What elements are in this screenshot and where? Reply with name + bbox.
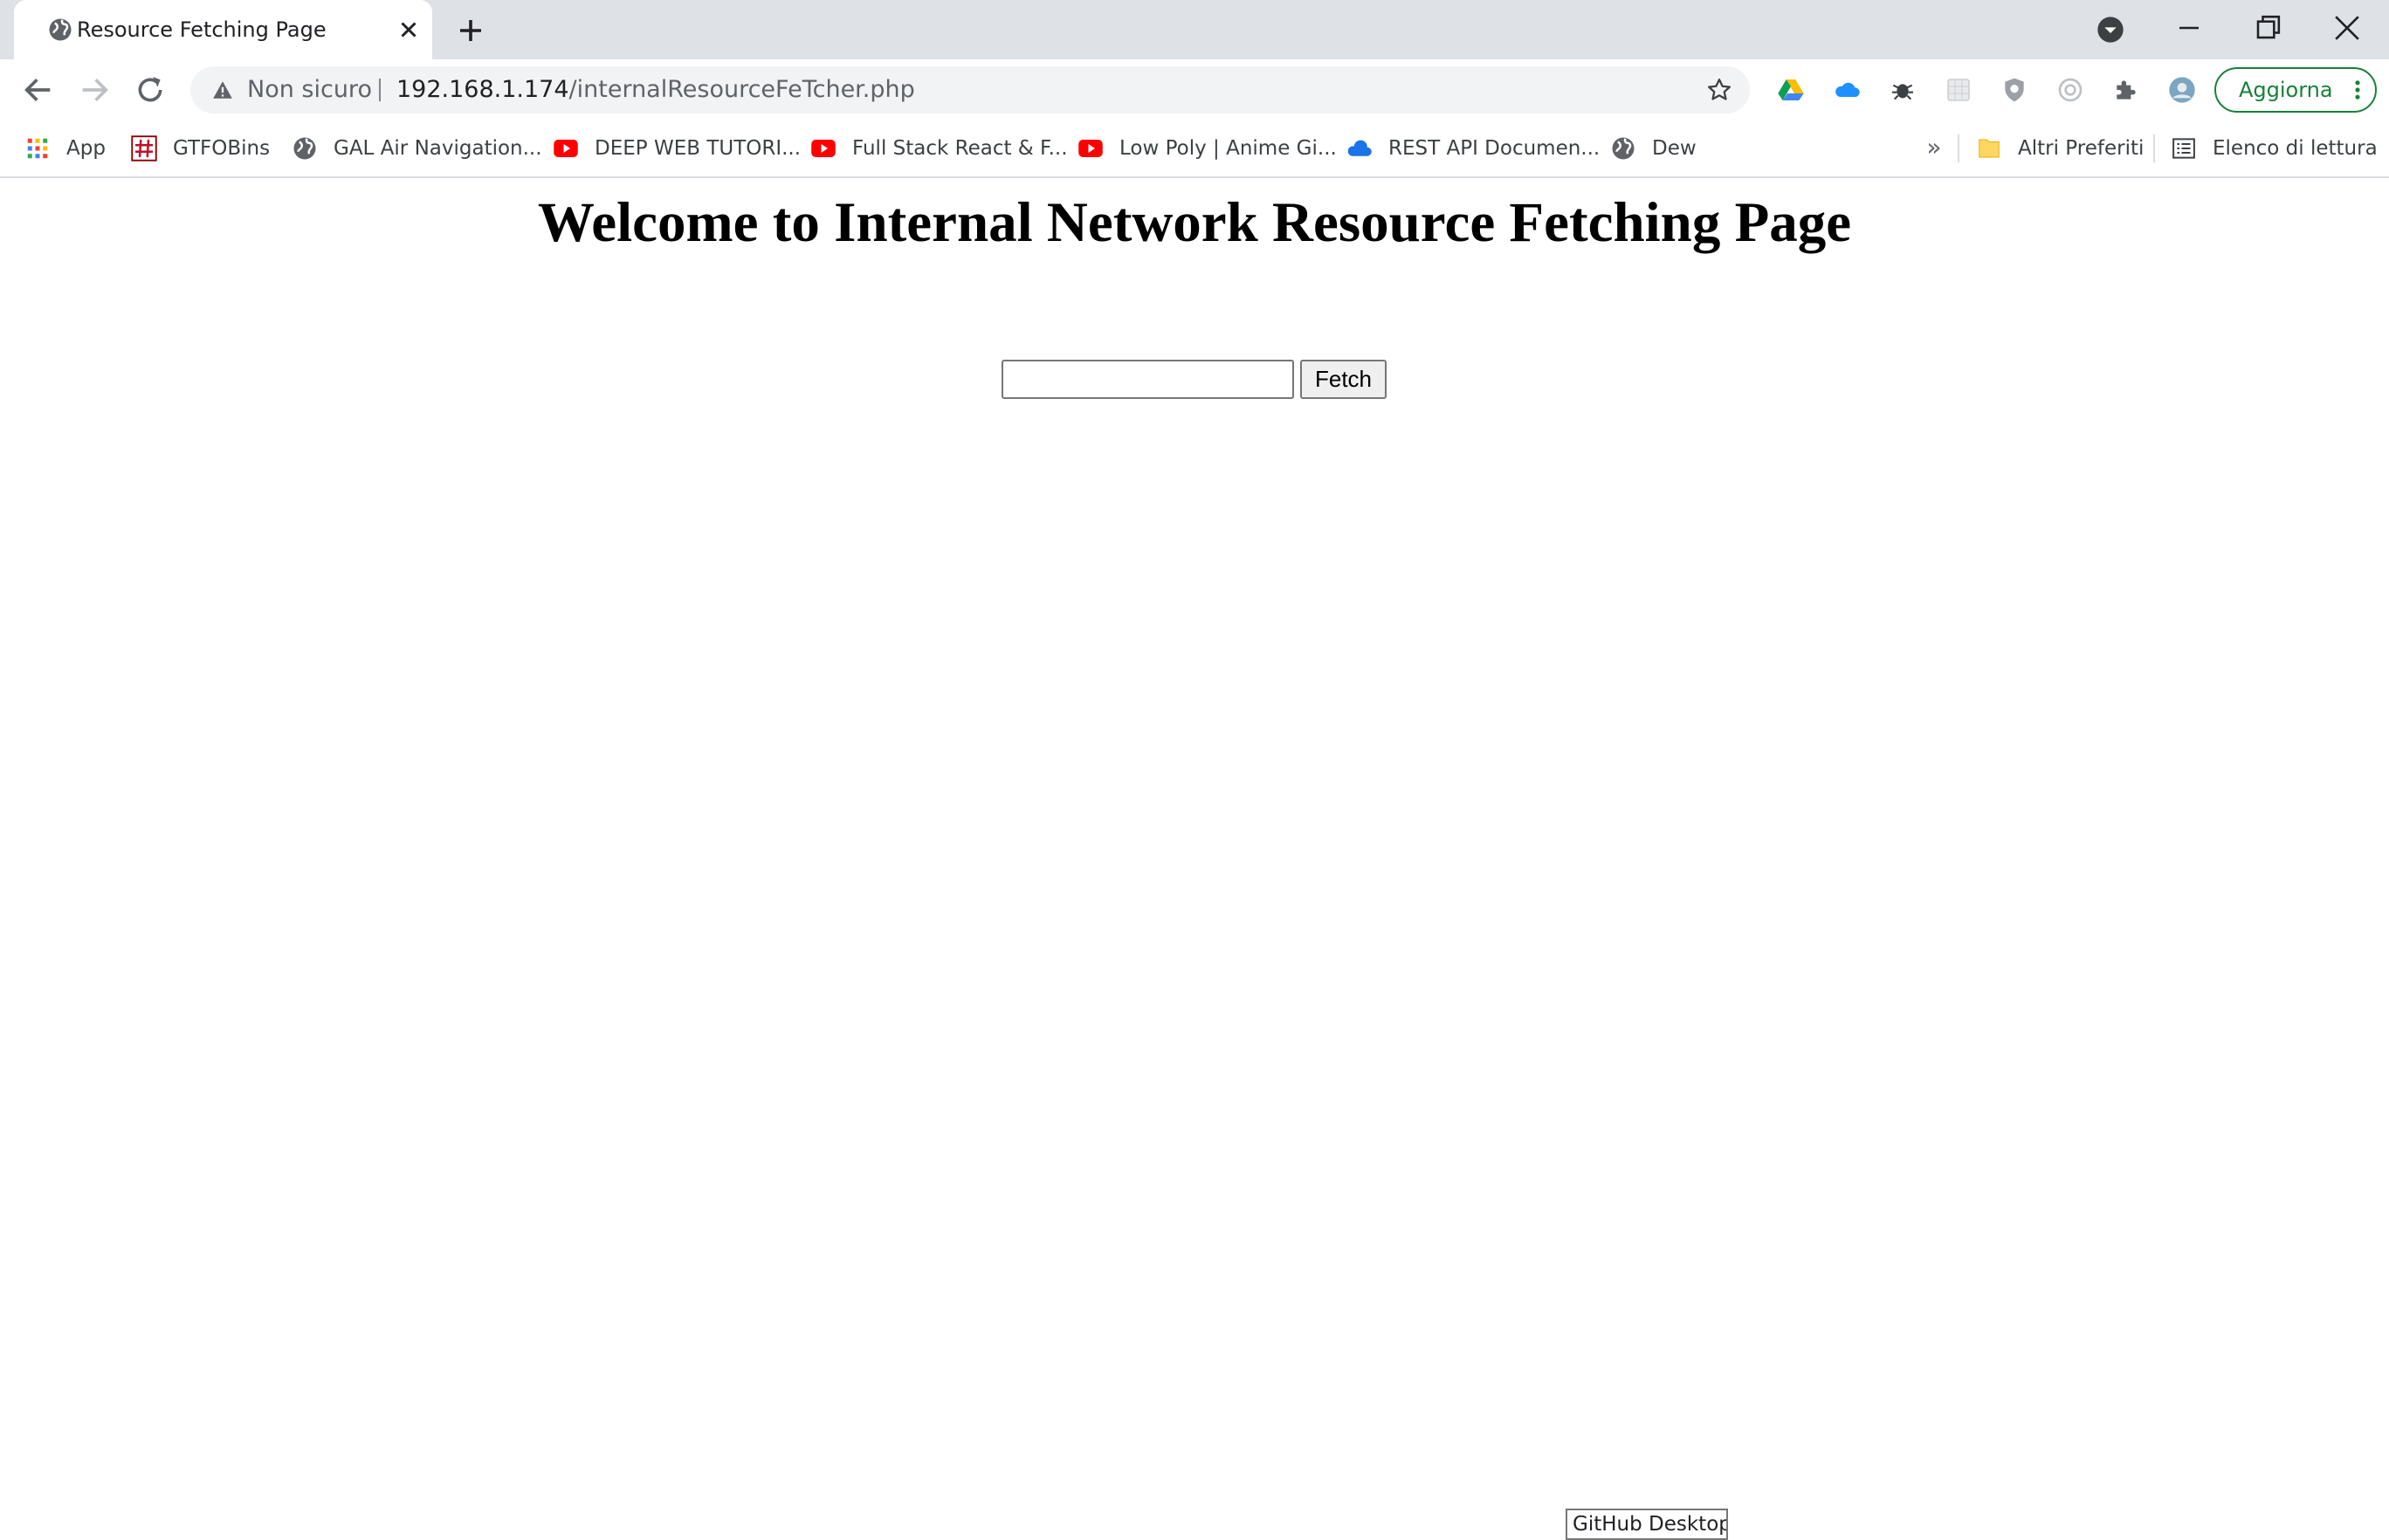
warning-triangle-icon[interactable]	[211, 79, 234, 101]
chevron-down-circle-icon[interactable]	[2096, 16, 2124, 44]
resource-url-input[interactable]	[1002, 360, 1294, 399]
bookmark-low-poly-anime[interactable]: Low Poly | Anime Gi...	[1077, 120, 1337, 176]
bookmark-gal-air-navigation[interactable]: GAL Air Navigation...	[292, 120, 542, 176]
plus-icon[interactable]	[455, 15, 486, 46]
omnibox-separator	[379, 79, 381, 101]
bookmark-label: Low Poly | Anime Gi...	[1119, 137, 1337, 160]
reload-icon[interactable]	[133, 72, 168, 107]
address-bar[interactable]: Non sicuro 192.168.1.174/internalResourc…	[190, 66, 1750, 113]
tab-title: Resource Fetching Page	[77, 17, 327, 42]
window-close-icon[interactable]	[2328, 9, 2366, 47]
close-icon[interactable]	[396, 17, 422, 43]
bookmark-label: Altri Preferiti	[2018, 137, 2145, 160]
bookmark-gtfobins[interactable]: GTFOBins	[131, 120, 270, 176]
arrow-right-icon[interactable]	[77, 72, 112, 107]
profile-avatar-icon[interactable]	[2168, 76, 2196, 104]
url-path: /internalResourceFeTcher.php	[568, 76, 915, 103]
folder-icon	[1979, 139, 2000, 158]
bookmark-deep-web-tutorial[interactable]: DEEP WEB TUTORI...	[553, 120, 801, 176]
page-title: Welcome to Internal Network Resource Fet…	[537, 191, 1852, 254]
circle-extension-icon[interactable]	[2056, 76, 2084, 104]
bookmarks-separator	[2153, 134, 2155, 162]
security-label[interactable]: Non sicuro	[247, 66, 372, 113]
star-outline-icon[interactable]	[1706, 77, 1732, 103]
bookmark-full-stack-react[interactable]: Full Stack React & F...	[810, 120, 1068, 176]
tab-resource-fetching[interactable]: Resource Fetching Page	[14, 0, 432, 59]
fetch-button[interactable]: Fetch	[1300, 360, 1387, 399]
minimize-icon[interactable]	[2170, 9, 2208, 47]
bookmark-label: REST API Documen...	[1388, 137, 1601, 160]
youtube-icon	[554, 140, 578, 157]
bookmark-altri-preferiti[interactable]: Altri Preferiti	[1976, 120, 2144, 176]
grid-extension-icon[interactable]	[1945, 76, 1972, 104]
apps-grid-icon	[27, 138, 48, 159]
bookmarks-separator	[1958, 134, 1959, 162]
youtube-icon	[1078, 140, 1103, 157]
globe-icon	[1612, 137, 1635, 160]
bookmark-label: App	[66, 137, 106, 160]
url-text[interactable]: 192.168.1.174/internalResourceFeTcher.ph…	[396, 66, 915, 113]
bookmark-label: Elenco di lettura	[2213, 137, 2378, 160]
hash-icon	[131, 135, 157, 162]
bookmark-label: Full Stack React & F...	[852, 137, 1068, 160]
bookmark-label: Dew	[1652, 137, 1697, 160]
onedrive-cloud-icon[interactable]	[1833, 76, 1861, 104]
browser-toolbar: Non sicuro 192.168.1.174/internalResourc…	[0, 59, 2389, 120]
puzzle-icon[interactable]	[2112, 76, 2140, 104]
tab-strip: Resource Fetching Page	[0, 0, 2389, 59]
update-button[interactable]: Aggiorna	[2214, 67, 2377, 113]
restore-icon[interactable]	[2248, 9, 2287, 47]
bookmark-rest-api-docs[interactable]: REST API Documen...	[1346, 120, 1600, 176]
fetch-form: Fetch	[1002, 360, 1387, 400]
bookmarks-overflow-chevron[interactable]: »	[1921, 134, 1947, 161]
cloud-icon	[1347, 140, 1372, 156]
bookmarks-bar: App GTFOBins GAL Air Navigation... DEEP …	[0, 120, 2389, 178]
youtube-icon	[811, 140, 836, 157]
arrow-left-icon[interactable]	[21, 72, 56, 107]
reading-list-icon	[2172, 138, 2195, 159]
bookmark-label: GAL Air Navigation...	[334, 137, 542, 160]
more-vert-icon[interactable]	[2345, 78, 2370, 102]
update-label: Aggiorna	[2239, 78, 2333, 102]
bookmark-dew[interactable]: Dew	[1610, 120, 1697, 176]
reading-list-button[interactable]: Elenco di lettura	[2171, 120, 2378, 176]
bookmark-label: DEEP WEB TUTORI...	[595, 137, 802, 160]
bookmark-app[interactable]: App	[24, 120, 106, 176]
globe-icon	[293, 137, 316, 160]
google-drive-icon[interactable]	[1777, 76, 1805, 104]
bookmark-label: GTFOBins	[173, 137, 271, 160]
globe-icon	[49, 18, 72, 41]
shield-extension-icon[interactable]	[2000, 76, 2028, 104]
url-host: 192.168.1.174	[396, 76, 569, 103]
tooltip: GitHub Desktop	[1566, 1509, 1728, 1540]
bug-extension-icon[interactable]	[1889, 76, 1917, 104]
